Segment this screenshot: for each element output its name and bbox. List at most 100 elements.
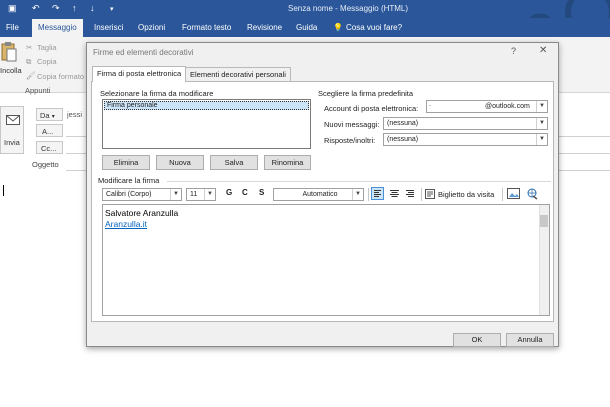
signatures-dialog: Firme ed elementi decorativi ? ✕ Firma d…: [86, 42, 559, 347]
align-right-icon[interactable]: [403, 187, 416, 200]
account-label: Account di posta elettronica:: [324, 104, 419, 113]
to-field-underline: [66, 136, 86, 137]
tab-revisione[interactable]: Revisione: [247, 23, 282, 32]
account-select[interactable]: . @outlook.com ▼: [426, 100, 548, 113]
new-messages-select[interactable]: (nessuna) ▼: [383, 117, 548, 130]
signature-name: Salvatore Aranzulla: [105, 208, 179, 218]
text-cursor: [3, 185, 4, 196]
to-button[interactable]: A...: [36, 124, 63, 137]
insert-picture-icon[interactable]: [507, 188, 521, 200]
scissors-icon: ✂: [26, 43, 33, 52]
underline-button[interactable]: S: [259, 188, 264, 197]
signature-link[interactable]: Aranzulla.it: [105, 219, 147, 229]
ok-button[interactable]: OK: [453, 333, 501, 347]
account-value: @outlook.com: [485, 103, 530, 110]
tab-guida[interactable]: Guida: [296, 23, 317, 32]
signature-list[interactable]: Firma personale: [102, 99, 311, 149]
tab-formato-testo[interactable]: Formato testo: [182, 23, 231, 32]
window-title: Senza nome - Messaggio (HTML): [288, 4, 409, 13]
send-button[interactable]: Invia: [0, 106, 24, 154]
tab-file[interactable]: File: [6, 23, 19, 32]
down-arrow-icon[interactable]: ↓: [90, 3, 95, 13]
ribbon-tab-bar: File Messaggio Inserisci Opzioni Formato…: [0, 18, 610, 37]
section-divider: [167, 181, 551, 182]
subject-field-underline-right: [559, 170, 610, 171]
account-prefix: .: [429, 101, 431, 108]
font-size-value: 11: [190, 191, 198, 198]
rename-button[interactable]: Rinomina: [264, 155, 311, 170]
format-painter-button[interactable]: Copia formato: [37, 72, 84, 81]
replies-value: (nessuna): [387, 136, 419, 143]
replies-label: Risposte/inoltri:: [324, 136, 376, 145]
insert-hyperlink-icon[interactable]: [525, 188, 539, 200]
cc-field-underline-right: [559, 153, 610, 154]
font-size-select[interactable]: 11 ▼: [186, 188, 216, 201]
tab-opzioni[interactable]: Opzioni: [138, 23, 165, 32]
clipboard-group-label: Appunti: [25, 86, 51, 95]
tell-me-search[interactable]: Cosa vuoi fare?: [346, 23, 402, 32]
replies-select[interactable]: (nessuna) ▼: [383, 133, 548, 146]
redo-icon[interactable]: ↷: [52, 3, 60, 14]
new-messages-value: (nessuna): [387, 120, 419, 127]
align-left-icon[interactable]: [371, 187, 384, 200]
save-icon[interactable]: ▣: [8, 3, 17, 14]
paste-button[interactable]: Incolla: [0, 66, 22, 75]
send-label: Invia: [4, 138, 20, 147]
scrollbar-thumb[interactable]: [540, 215, 548, 227]
copy-button[interactable]: Copia: [37, 57, 57, 66]
from-button[interactable]: Da ▾: [36, 108, 63, 121]
font-color-select[interactable]: Automatico ▼: [273, 188, 364, 201]
tab-email-signature[interactable]: Firma di posta elettronica: [92, 66, 187, 82]
copy-icon: ⧉: [26, 57, 32, 66]
new-messages-label: Nuovi messaggi:: [324, 120, 380, 129]
tab-inserisci[interactable]: Inserisci: [94, 23, 123, 32]
cc-button[interactable]: Cc...: [36, 141, 63, 154]
bold-button[interactable]: G: [226, 188, 232, 197]
up-arrow-icon[interactable]: ↑: [72, 3, 77, 13]
lightbulb-icon: 💡: [333, 23, 343, 32]
italic-button[interactable]: C: [242, 188, 248, 197]
toolbar-separator: [368, 188, 369, 201]
chevron-down-icon: ▼: [170, 189, 181, 200]
cc-field-underline: [66, 153, 86, 154]
tab-personal-stationery[interactable]: Elementi decorativi personali: [185, 67, 291, 81]
list-item[interactable]: Firma personale: [104, 101, 309, 110]
dialog-title: Firme ed elementi decorativi: [93, 48, 194, 57]
select-signature-label: Selezionare la firma da modificare: [100, 89, 214, 98]
signature-editor[interactable]: Salvatore Aranzulla Aranzulla.it: [102, 204, 550, 316]
font-value: Calibri (Corpo): [106, 191, 152, 198]
customize-toolbar-icon[interactable]: ▾: [110, 5, 114, 13]
undo-icon[interactable]: ↶: [32, 3, 40, 14]
chevron-down-icon: ▼: [536, 101, 547, 112]
title-bar: ▣ ↶ ↷ ↑ ↓ ▾ Senza nome - Messaggio (HTML…: [0, 0, 610, 37]
subject-field-underline: [66, 170, 86, 171]
business-card-icon: [425, 189, 435, 199]
chevron-down-icon: ▼: [536, 118, 547, 129]
close-icon[interactable]: ✕: [539, 45, 547, 56]
edit-signature-label: Modificare la firma: [98, 176, 160, 185]
chevron-down-icon: ▼: [204, 189, 215, 200]
business-card-button[interactable]: Biglietto da visita: [438, 190, 494, 199]
chevron-down-icon: ▾: [51, 114, 55, 120]
chevron-down-icon: ▼: [352, 189, 363, 200]
chevron-down-icon: ▼: [536, 134, 547, 145]
subject-label: Oggetto: [32, 160, 59, 169]
help-button[interactable]: ?: [511, 46, 516, 56]
toolbar-separator: [502, 188, 503, 201]
tab-messaggio[interactable]: Messaggio: [32, 19, 83, 37]
new-button[interactable]: Nuova: [156, 155, 204, 170]
to-field-underline-right: [559, 136, 610, 137]
cancel-button[interactable]: Annulla: [506, 333, 554, 347]
cut-button[interactable]: Taglia: [37, 43, 57, 52]
font-select[interactable]: Calibri (Corpo) ▼: [102, 188, 182, 201]
from-value: jessi: [67, 110, 83, 119]
save-button[interactable]: Salva: [210, 155, 258, 170]
from-label: Da: [40, 111, 50, 120]
default-signature-label: Scegliere la firma predefinita: [318, 89, 414, 98]
envelope-icon: [6, 115, 20, 125]
toolbar-separator: [421, 188, 422, 201]
align-center-icon[interactable]: [388, 187, 401, 200]
delete-button[interactable]: Elimina: [102, 155, 150, 170]
paste-icon: [1, 42, 17, 62]
font-color-value: Automatico: [302, 191, 338, 198]
